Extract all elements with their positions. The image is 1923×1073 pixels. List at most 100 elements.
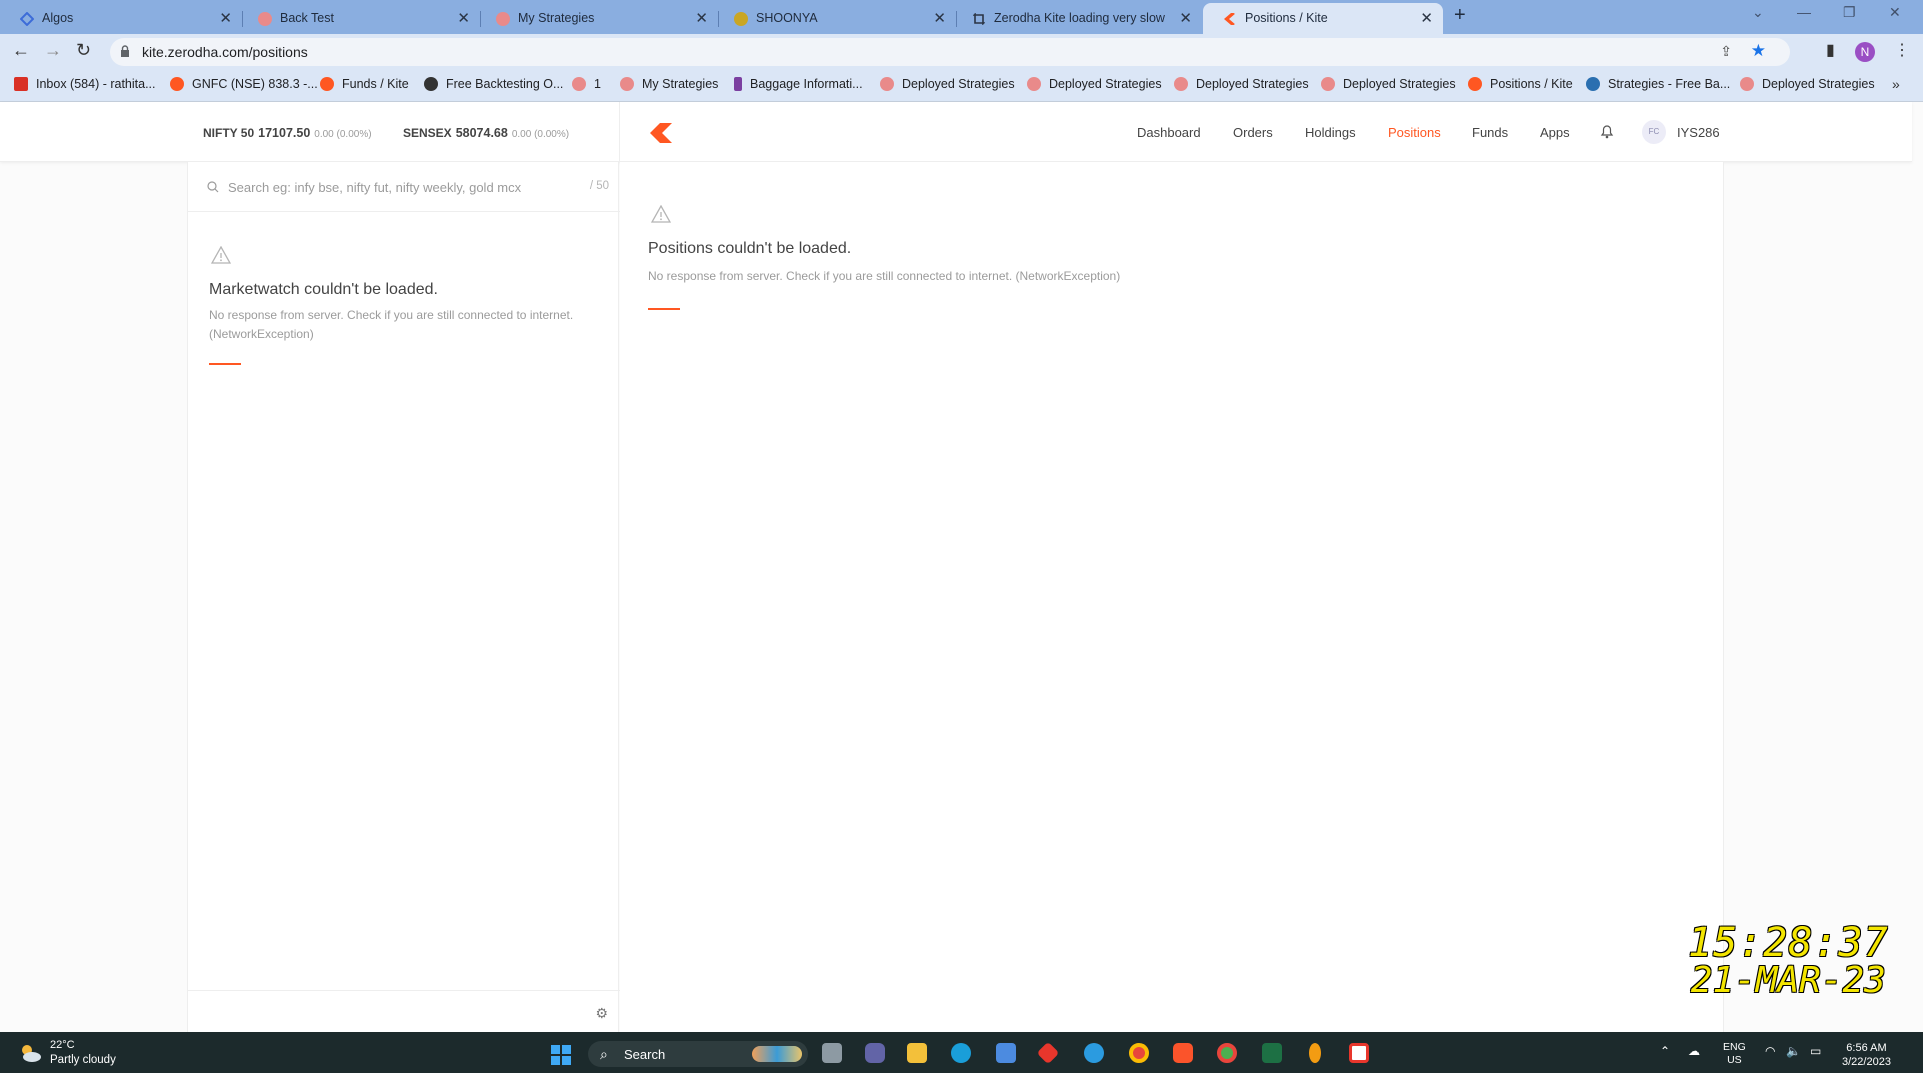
bookmark-item[interactable]: Deployed Strategies [1027, 77, 1162, 91]
new-tab-plus-icon[interactable]: + [1454, 4, 1466, 27]
battery-icon[interactable]: ▭ [1810, 1044, 1821, 1058]
circle-icon [1321, 77, 1335, 91]
circle-icon [496, 12, 510, 26]
tray-chevron-icon[interactable]: ⌃ [1660, 1044, 1670, 1058]
bookmark-item[interactable]: Free Backtesting O... [424, 77, 563, 91]
tab-zerodha-kite-slow[interactable]: Zerodha Kite loading very slow C ✕ [952, 3, 1202, 34]
tab-positions-kite[interactable]: Positions / Kite ✕ [1203, 3, 1443, 34]
user-id[interactable]: IYS286 [1677, 125, 1720, 140]
partly-cloudy-icon[interactable] [18, 1042, 42, 1064]
bookmark-item[interactable]: Deployed Strategies [1321, 77, 1456, 91]
bookmark-item[interactable]: Baggage Informati... [734, 77, 863, 91]
gear-icon[interactable]: ⚙ [595, 1005, 608, 1022]
teams-icon[interactable] [865, 1043, 885, 1063]
marketwatch-footer: ⚙ [188, 990, 620, 1032]
user-avatar[interactable]: FC [1642, 120, 1666, 144]
bookmark-item[interactable]: Inbox (584) - rathita... [14, 77, 156, 91]
url-text[interactable]: kite.zerodha.com/positions [142, 44, 308, 60]
side-panel-icon[interactable]: ▮ [1826, 40, 1835, 60]
anydesk-icon[interactable] [1036, 1041, 1060, 1065]
index-nifty[interactable]: NIFTY 50 17107.50 0.00 (0.00%) [203, 126, 372, 140]
excel-icon[interactable] [1262, 1043, 1282, 1063]
lock-icon[interactable] [120, 45, 130, 57]
tab-back-test[interactable]: Back Test ✕ [238, 3, 481, 34]
tab-title: Back Test [280, 11, 334, 25]
bookmark-item[interactable]: 1 [572, 77, 601, 91]
tab-my-strategies[interactable]: My Strategies ✕ [476, 3, 719, 34]
close-icon[interactable]: ✕ [457, 9, 470, 27]
help-icon[interactable] [1084, 1043, 1104, 1063]
index-name: NIFTY 50 [203, 126, 255, 140]
nav-apps[interactable]: Apps [1540, 125, 1570, 140]
nav-positions[interactable]: Positions [1388, 125, 1441, 140]
tab-shoonya[interactable]: SHOONYA ✕ [714, 3, 957, 34]
language-indicator[interactable]: ENG US [1723, 1041, 1746, 1067]
chart-icon [1586, 77, 1600, 91]
window-close-icon[interactable]: ✕ [1889, 4, 1901, 21]
system-clock[interactable]: 6:56 AM 3/22/2023 [1842, 1041, 1891, 1069]
back-arrow-icon[interactable]: ← [12, 40, 30, 61]
nav-holdings[interactable]: Holdings [1305, 125, 1356, 140]
tab-title: Positions / Kite [1245, 11, 1328, 25]
index-value: 58074.68 [455, 126, 508, 140]
minimize-icon[interactable]: — [1797, 4, 1811, 20]
profile-avatar[interactable]: N [1855, 42, 1875, 62]
marketwatch-error-message: No response from server. Check if you ar… [209, 308, 574, 341]
bookmark-label: Baggage Informati... [750, 77, 863, 91]
close-icon[interactable]: ✕ [695, 9, 708, 27]
reload-icon[interactable]: ↻ [76, 40, 91, 61]
system-date: 3/22/2023 [1842, 1056, 1891, 1068]
store-icon[interactable] [996, 1043, 1016, 1063]
edge-icon[interactable] [951, 1043, 971, 1063]
marketwatch-error-title: Marketwatch couldn't be loaded. [209, 281, 438, 298]
bookmark-item[interactable]: Funds / Kite [320, 77, 409, 91]
weather-condition[interactable]: Partly cloudy [50, 1054, 116, 1066]
windows-start-icon[interactable] [551, 1045, 571, 1065]
bookmark-label: My Strategies [642, 77, 719, 91]
tab-algos[interactable]: Algos ✕ [0, 3, 243, 34]
bookmark-item[interactable]: Positions / Kite [1468, 77, 1573, 91]
bell-icon[interactable] [1600, 123, 1614, 139]
share-icon[interactable]: ⇪ [1720, 43, 1732, 60]
file-explorer-icon[interactable] [907, 1043, 927, 1063]
search-input[interactable] [228, 174, 558, 200]
feather-icon [734, 77, 742, 91]
bookmark-item[interactable]: Deployed Strategies [1174, 77, 1309, 91]
task-view-icon[interactable] [822, 1043, 842, 1063]
index-sensex[interactable]: SENSEX 58074.68 0.00 (0.00%) [403, 126, 569, 140]
wifi-icon[interactable]: ◠ [1765, 1044, 1775, 1058]
close-icon[interactable]: ✕ [933, 9, 946, 27]
forward-arrow-icon[interactable]: → [44, 40, 62, 61]
tab-search-chevron-icon[interactable]: ⌄ [1752, 4, 1764, 21]
browser-toolbar: ← → ↻ kite.zerodha.com/positions ⇪ ★ ▮ N… [0, 34, 1923, 70]
bookmark-label: GNFC (NSE) 838.3 -... [192, 77, 318, 91]
more-bookmarks-chevron-icon[interactable]: » [1892, 76, 1900, 92]
volume-icon[interactable]: 🔈 [1786, 1044, 1801, 1058]
bitcoin-icon[interactable] [1309, 1043, 1321, 1063]
weather-temperature[interactable]: 22°C [50, 1039, 75, 1051]
nav-dashboard[interactable]: Dashboard [1137, 125, 1201, 140]
close-icon[interactable]: ✕ [219, 9, 232, 27]
close-icon[interactable]: ✕ [1179, 9, 1192, 27]
kite-logo-icon[interactable] [650, 123, 680, 143]
bookmark-item[interactable]: Strategies - Free Ba... [1586, 77, 1730, 91]
address-bar[interactable]: kite.zerodha.com/positions ⇪ ★ [110, 38, 1790, 66]
bookmark-item[interactable]: Deployed Strategies [880, 77, 1015, 91]
tab-title: Algos [42, 11, 74, 25]
onedrive-cloud-icon[interactable]: ☁ [1688, 1044, 1700, 1058]
chrome-icon[interactable] [1129, 1043, 1149, 1063]
bookmark-item[interactable]: My Strategies [620, 77, 718, 91]
chrome-menu-icon[interactable]: ⋮ [1894, 40, 1910, 60]
nav-funds[interactable]: Funds [1472, 125, 1508, 140]
bookmark-item[interactable]: GNFC (NSE) 838.3 -... [170, 77, 318, 91]
windows-taskbar: 22°C Partly cloudy ⌕ Search ⌃ ☁ ENG US ◠… [0, 1032, 1923, 1073]
bookmark-item[interactable]: Deployed Strategies [1740, 77, 1875, 91]
nav-orders[interactable]: Orders [1233, 125, 1273, 140]
taskbar-search[interactable]: ⌕ Search [588, 1041, 808, 1067]
chrome-profile-icon[interactable] [1217, 1043, 1237, 1063]
close-icon[interactable]: ✕ [1420, 9, 1433, 27]
brave-icon[interactable] [1173, 1043, 1193, 1063]
restore-icon[interactable]: ❐ [1843, 4, 1856, 21]
snip-tool-icon[interactable] [1349, 1043, 1369, 1063]
bookmark-star-icon[interactable]: ★ [1751, 41, 1766, 61]
